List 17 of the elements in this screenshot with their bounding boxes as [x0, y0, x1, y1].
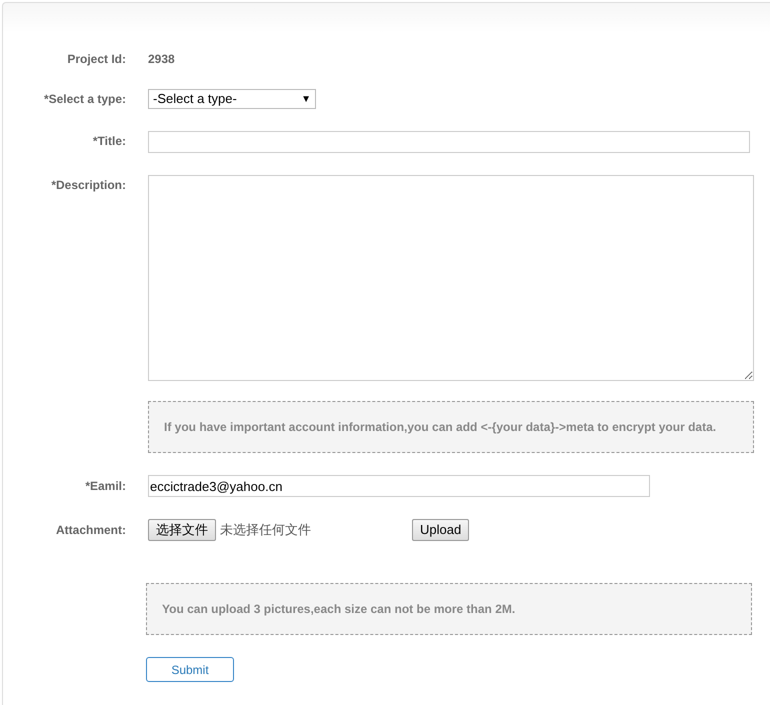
info-note: If you have important account information,you can add <-{your data}->meta to encrypt your data. — [148, 401, 754, 453]
field-label: *Select a type: — [44, 91, 126, 108]
info-note: You can upload 3 pictures,each size can not be more than 2M. — [146, 583, 752, 635]
description-textarea[interactable] — [148, 175, 754, 381]
file-status: 未选择任何文件 — [220, 521, 312, 540]
field-label: Attachment: — [56, 522, 126, 539]
field-label: *Eamil: — [85, 478, 126, 495]
submit-button[interactable]: Submit — [146, 657, 234, 682]
field-label: *Description: — [51, 177, 126, 194]
title-input[interactable] — [148, 131, 750, 153]
field-label: *Title: — [92, 133, 126, 150]
field-label: Project Id: — [67, 51, 126, 68]
type-select[interactable]: -Select a type- ▼ — [148, 89, 316, 109]
email-input[interactable]: eccictrade3@yahoo.cn — [148, 475, 650, 497]
upload-button[interactable]: Upload — [412, 519, 470, 541]
choose-file-button[interactable]: 选择文件 — [148, 519, 216, 541]
project-id-value: 2938 — [148, 51, 175, 68]
